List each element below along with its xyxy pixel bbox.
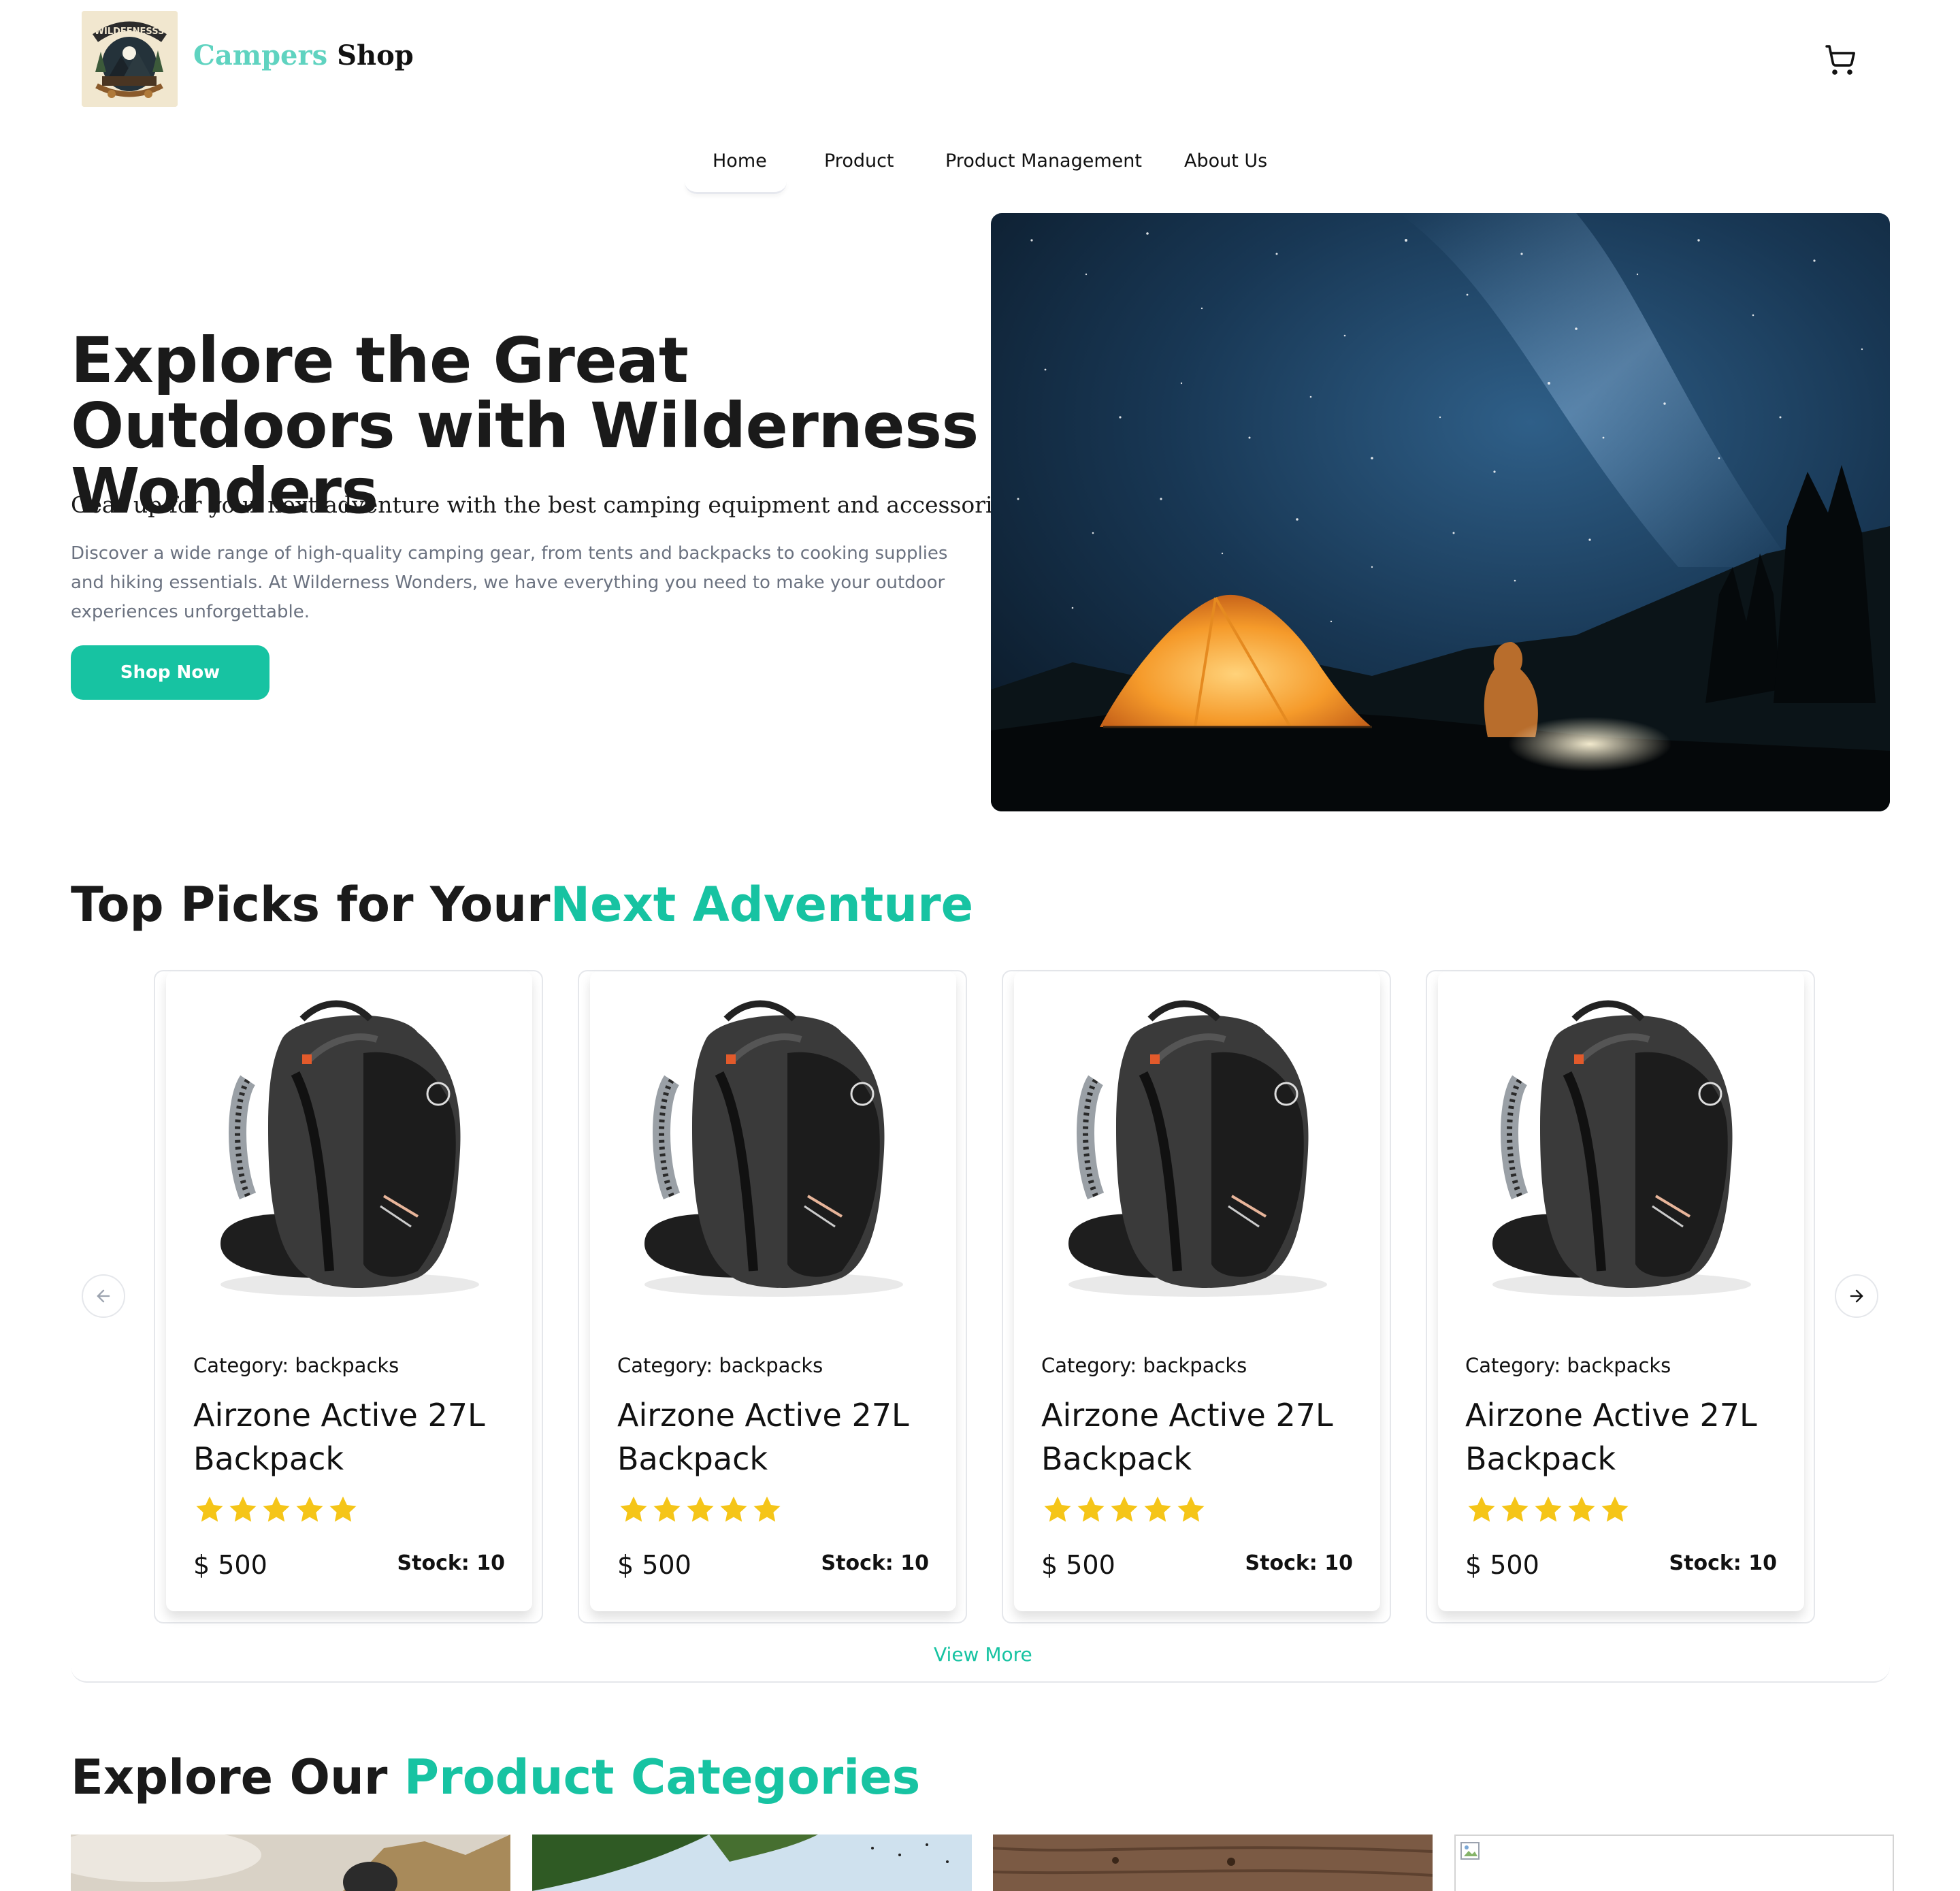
product-image[interactable] bbox=[1465, 992, 1778, 1305]
product-name[interactable]: Airzone Active 27L Backpack bbox=[193, 1393, 513, 1481]
site-header: WILDEENESSS Campers Shop bbox=[0, 0, 1960, 119]
product-category: Category: backpacks bbox=[617, 1354, 823, 1377]
star-icon bbox=[263, 1496, 290, 1522]
star-icon bbox=[329, 1496, 357, 1522]
carousel-next-button[interactable] bbox=[1835, 1274, 1878, 1318]
star-icon bbox=[1144, 1496, 1171, 1522]
star-icon bbox=[620, 1496, 647, 1522]
product-card[interactable]: Category: backpacks Airzone Active 27L B… bbox=[1002, 970, 1391, 1623]
product-price: $ 500 bbox=[1041, 1550, 1115, 1580]
product-name[interactable]: Airzone Active 27L Backpack bbox=[617, 1393, 937, 1481]
top-picks-title-part2: Next Adventure bbox=[550, 877, 974, 933]
product-card[interactable]: Category: backpacks Airzone Active 27L B… bbox=[154, 970, 543, 1623]
product-stock: Stock: 10 bbox=[1245, 1551, 1353, 1575]
star-icon bbox=[753, 1496, 781, 1522]
main-nav: Home Product Product Management About Us bbox=[0, 140, 1960, 194]
star-icon bbox=[1044, 1496, 1071, 1522]
star-icon bbox=[1535, 1496, 1562, 1522]
star-icon bbox=[1501, 1496, 1529, 1522]
category-tile[interactable] bbox=[71, 1835, 510, 1891]
product-category: Category: backpacks bbox=[1041, 1354, 1247, 1377]
hero-description: Discover a wide range of high-quality ca… bbox=[71, 543, 948, 622]
product-card-body: Category: backpacks Airzone Active 27L B… bbox=[166, 971, 532, 1611]
logo-lettering: WILDEENESSS bbox=[95, 27, 165, 37]
star-icon bbox=[296, 1496, 323, 1522]
brand-name-part2: Shop bbox=[337, 39, 414, 71]
carousel-prev-button[interactable] bbox=[82, 1274, 125, 1318]
star-icon bbox=[720, 1496, 747, 1522]
product-rating bbox=[193, 1493, 359, 1526]
nav-item-product[interactable]: Product bbox=[824, 150, 894, 172]
product-card-body: Category: backpacks Airzone Active 27L B… bbox=[590, 971, 956, 1611]
star-icon bbox=[1568, 1496, 1595, 1522]
brand-name-part1: Campers bbox=[193, 39, 328, 71]
product-card-body: Category: backpacks Airzone Active 27L B… bbox=[1438, 971, 1804, 1611]
star-icon bbox=[1177, 1496, 1205, 1522]
shop-now-button[interactable]: Shop Now bbox=[71, 645, 270, 700]
star-icon bbox=[1077, 1496, 1105, 1522]
product-image[interactable] bbox=[193, 992, 506, 1305]
shopping-cart-icon[interactable] bbox=[1824, 44, 1857, 76]
categories-title-part2: Product Categories bbox=[404, 1749, 921, 1805]
product-card[interactable]: Category: backpacks Airzone Active 27L B… bbox=[1426, 970, 1815, 1623]
product-name[interactable]: Airzone Active 27L Backpack bbox=[1465, 1393, 1785, 1481]
product-image[interactable] bbox=[1041, 992, 1354, 1305]
product-rating bbox=[1041, 1493, 1207, 1526]
top-picks-title: Top Picks for YourNext Adventure bbox=[71, 877, 973, 933]
brand-logo[interactable]: WILDEENESSS bbox=[82, 11, 178, 107]
nav-item-about-us[interactable]: About Us bbox=[1184, 150, 1267, 172]
section-divider bbox=[71, 1666, 1890, 1683]
brand-name[interactable]: Campers Shop bbox=[193, 39, 414, 71]
product-name[interactable]: Airzone Active 27L Backpack bbox=[1041, 1393, 1361, 1481]
product-image[interactable] bbox=[617, 992, 930, 1305]
star-icon bbox=[1111, 1496, 1138, 1522]
product-price: $ 500 bbox=[1465, 1550, 1539, 1580]
nav-active-indicator bbox=[685, 182, 787, 194]
categories-title-part1: Explore Our bbox=[71, 1749, 388, 1805]
category-tile[interactable] bbox=[532, 1835, 972, 1891]
nav-item-product-management[interactable]: Product Management bbox=[945, 150, 1142, 172]
product-rating bbox=[617, 1493, 783, 1526]
category-tile[interactable] bbox=[993, 1835, 1433, 1891]
product-category: Category: backpacks bbox=[1465, 1354, 1671, 1377]
product-stock: Stock: 10 bbox=[1669, 1551, 1777, 1575]
product-stock: Stock: 10 bbox=[397, 1551, 505, 1575]
arrow-left-icon bbox=[97, 1289, 110, 1303]
hero-image bbox=[991, 213, 1890, 811]
product-price: $ 500 bbox=[617, 1550, 691, 1580]
star-icon bbox=[653, 1496, 681, 1522]
star-icon bbox=[196, 1496, 223, 1522]
category-tile[interactable] bbox=[1454, 1835, 1894, 1891]
product-stock: Stock: 10 bbox=[821, 1551, 929, 1575]
star-icon bbox=[229, 1496, 257, 1522]
arrow-right-icon bbox=[1850, 1289, 1863, 1303]
star-icon bbox=[1601, 1496, 1629, 1522]
view-more-link[interactable]: View More bbox=[934, 1643, 1032, 1666]
product-price: $ 500 bbox=[193, 1550, 267, 1580]
top-picks-title-part1: Top Picks for Your bbox=[71, 877, 551, 933]
categories-title: Explore Our Product Categories bbox=[71, 1749, 920, 1805]
broken-image-icon bbox=[1460, 1842, 1480, 1860]
product-card[interactable]: Category: backpacks Airzone Active 27L B… bbox=[578, 970, 967, 1623]
product-category: Category: backpacks bbox=[193, 1354, 399, 1377]
hero-subtitle: Gear up for your next adventure with the… bbox=[71, 491, 1025, 518]
nav-item-home[interactable]: Home bbox=[713, 150, 767, 172]
product-card-body: Category: backpacks Airzone Active 27L B… bbox=[1014, 971, 1380, 1611]
star-icon bbox=[687, 1496, 714, 1522]
product-rating bbox=[1465, 1493, 1631, 1526]
star-icon bbox=[1468, 1496, 1495, 1522]
